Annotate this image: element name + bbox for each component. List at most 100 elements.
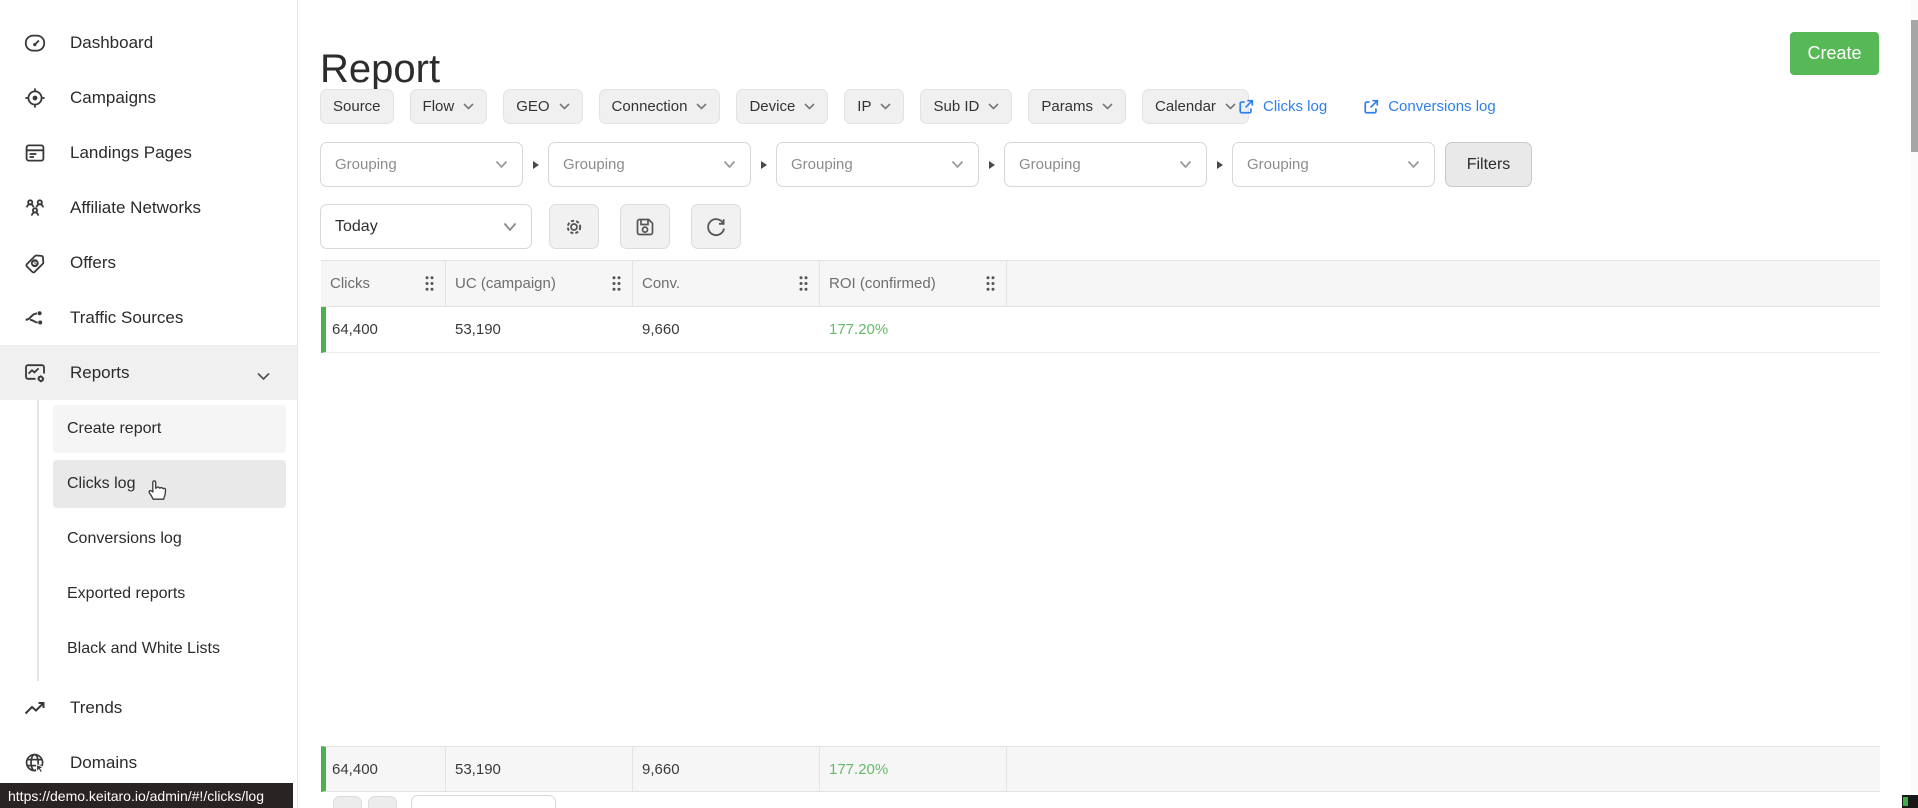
column-label: Conv. xyxy=(642,275,681,292)
chevron-down-icon xyxy=(495,160,508,169)
cell-filler xyxy=(1007,307,1880,352)
sidebar-item-trends[interactable]: Trends xyxy=(0,680,297,735)
filter-chip-device[interactable]: Device xyxy=(736,89,829,124)
grouping-select-1[interactable]: Grouping xyxy=(320,142,523,187)
filter-chip-ip[interactable]: IP xyxy=(844,89,905,124)
grouping-placeholder: Grouping xyxy=(1019,156,1081,173)
sidebar-item-create-report[interactable]: Create report xyxy=(53,405,286,453)
vertical-scrollbar xyxy=(1911,0,1918,808)
refresh-button[interactable] xyxy=(691,204,741,249)
sidebar-item-label: Dashboard xyxy=(70,32,154,52)
column-header-clicks[interactable]: Clicks xyxy=(321,261,446,306)
filter-chip-sub-id[interactable]: Sub ID xyxy=(920,89,1013,124)
filters-button[interactable]: Filters xyxy=(1445,142,1532,187)
filter-chip-label: Connection xyxy=(611,98,688,115)
grouping-select-5[interactable]: Grouping xyxy=(1232,142,1435,187)
sidebar-item-label: Affiliate Networks xyxy=(70,197,202,217)
conversions-log-link[interactable]: Conversions log xyxy=(1362,98,1496,116)
svg-text:$: $ xyxy=(33,260,37,267)
page-icon xyxy=(23,141,47,165)
sidebar-item-exported-reports[interactable]: Exported reports xyxy=(53,570,286,618)
sidebar-item-traffic-sources[interactable]: Traffic Sources xyxy=(0,290,297,345)
sidebar-item-black-white-lists[interactable]: Black and White Lists xyxy=(53,625,286,673)
save-report-button[interactable] xyxy=(620,204,670,249)
gauge-icon xyxy=(23,31,47,55)
filter-chip-label: GEO xyxy=(516,98,550,115)
filter-chip-label: Flow xyxy=(422,98,455,115)
filter-chip-connection[interactable]: Connection xyxy=(598,89,721,124)
grouping-select-2[interactable]: Grouping xyxy=(548,142,751,187)
cell-uc-campaign: 53,190 xyxy=(455,321,501,338)
column-header-roi-confirmed[interactable]: ROI (confirmed) xyxy=(820,261,1007,306)
corner-overlay xyxy=(1902,795,1918,808)
grouping-row: Grouping Grouping Grouping Grouping Grou… xyxy=(320,142,1532,187)
external-link-icon xyxy=(1239,99,1254,114)
pagination-prev-button[interactable] xyxy=(333,796,362,808)
sidebar-item-dashboard[interactable]: Dashboard xyxy=(0,15,297,70)
chevron-down-icon xyxy=(804,103,815,110)
triangle-right-icon xyxy=(523,160,548,169)
chevron-down-icon xyxy=(1225,103,1236,110)
cell-roi-confirmed: 177.20% xyxy=(829,321,889,338)
gear-icon xyxy=(566,219,582,234)
toolbar-row: Today xyxy=(320,204,741,249)
cursor-pointer-icon xyxy=(145,476,168,506)
create-button[interactable]: Create xyxy=(1790,32,1879,75)
triangle-right-icon xyxy=(1207,160,1232,169)
page-size-select[interactable] xyxy=(411,795,556,808)
grouping-placeholder: Grouping xyxy=(1247,156,1309,173)
drag-handle-icon[interactable] xyxy=(798,275,809,292)
sidebar-item-landings-pages[interactable]: Landings Pages xyxy=(0,125,297,180)
filter-chip-geo[interactable]: GEO xyxy=(503,89,583,124)
column-label: UC (campaign) xyxy=(455,275,556,292)
settings-button[interactable] xyxy=(549,204,599,249)
pagination-next-button[interactable] xyxy=(368,796,397,808)
sidebar-item-affiliate-networks[interactable]: Affiliate Networks xyxy=(0,180,297,235)
summary-clicks: 64,400 xyxy=(326,747,446,791)
report-chart-icon xyxy=(23,361,47,385)
main-content: Report Create Source Flow GEO Connection… xyxy=(299,0,1918,808)
sidebar-item-offers[interactable]: $ Offers xyxy=(0,235,297,290)
filter-chip-calendar[interactable]: Calendar xyxy=(1142,89,1249,124)
filter-chip-label: Calendar xyxy=(1155,98,1216,115)
filter-chip-source[interactable]: Source xyxy=(320,89,394,124)
summary-conv: 9,660 xyxy=(633,747,820,791)
summary-uc-campaign: 53,190 xyxy=(446,747,633,791)
chevron-down-icon xyxy=(723,160,736,169)
sidebar-item-conversions-log[interactable]: Conversions log xyxy=(53,515,286,563)
column-header-uc-campaign[interactable]: UC (campaign) xyxy=(446,261,633,306)
filter-chip-flow[interactable]: Flow xyxy=(409,89,488,124)
sidebar-item-label: Campaigns xyxy=(70,87,156,107)
filter-chip-label: Params xyxy=(1041,98,1094,115)
split-arrow-icon xyxy=(23,306,47,330)
filter-chip-label: IP xyxy=(857,98,872,115)
sidebar-item-label: Domains xyxy=(70,752,138,772)
drag-handle-icon[interactable] xyxy=(611,275,622,292)
filter-chip-params[interactable]: Params xyxy=(1028,89,1127,124)
drag-handle-icon[interactable] xyxy=(985,275,996,292)
sidebar-item-reports[interactable]: Reports xyxy=(0,345,297,400)
refresh-icon xyxy=(707,217,725,236)
column-header-filler xyxy=(1007,261,1880,306)
chevron-down-icon xyxy=(503,222,517,231)
grouping-placeholder: Grouping xyxy=(563,156,625,173)
grouping-placeholder: Grouping xyxy=(791,156,853,173)
trend-up-icon xyxy=(23,696,47,720)
target-icon xyxy=(23,86,47,110)
sidebar-item-campaigns[interactable]: Campaigns xyxy=(0,70,297,125)
column-header-conv[interactable]: Conv. xyxy=(633,261,820,306)
grouping-select-3[interactable]: Grouping xyxy=(776,142,979,187)
scrollbar-thumb[interactable] xyxy=(1911,20,1918,152)
sidebar-item-domains[interactable]: Domains xyxy=(0,735,297,790)
drag-handle-icon[interactable] xyxy=(424,275,435,292)
chevron-down-icon xyxy=(463,103,474,110)
date-range-select[interactable]: Today xyxy=(320,204,532,249)
date-range-value: Today xyxy=(335,217,378,235)
grouping-select-4[interactable]: Grouping xyxy=(1004,142,1207,187)
sidebar-item-clicks-log[interactable]: Clicks log xyxy=(53,460,286,508)
table-row[interactable]: 64,400 53,190 9,660 177.20% xyxy=(321,307,1880,353)
clicks-log-link[interactable]: Clicks log xyxy=(1237,98,1327,116)
filter-chips-row: Source Flow GEO Connection Device IP Sub… xyxy=(320,89,1249,124)
summary-roi-confirmed: 177.20% xyxy=(820,747,1007,791)
summary-filler xyxy=(1007,747,1880,791)
